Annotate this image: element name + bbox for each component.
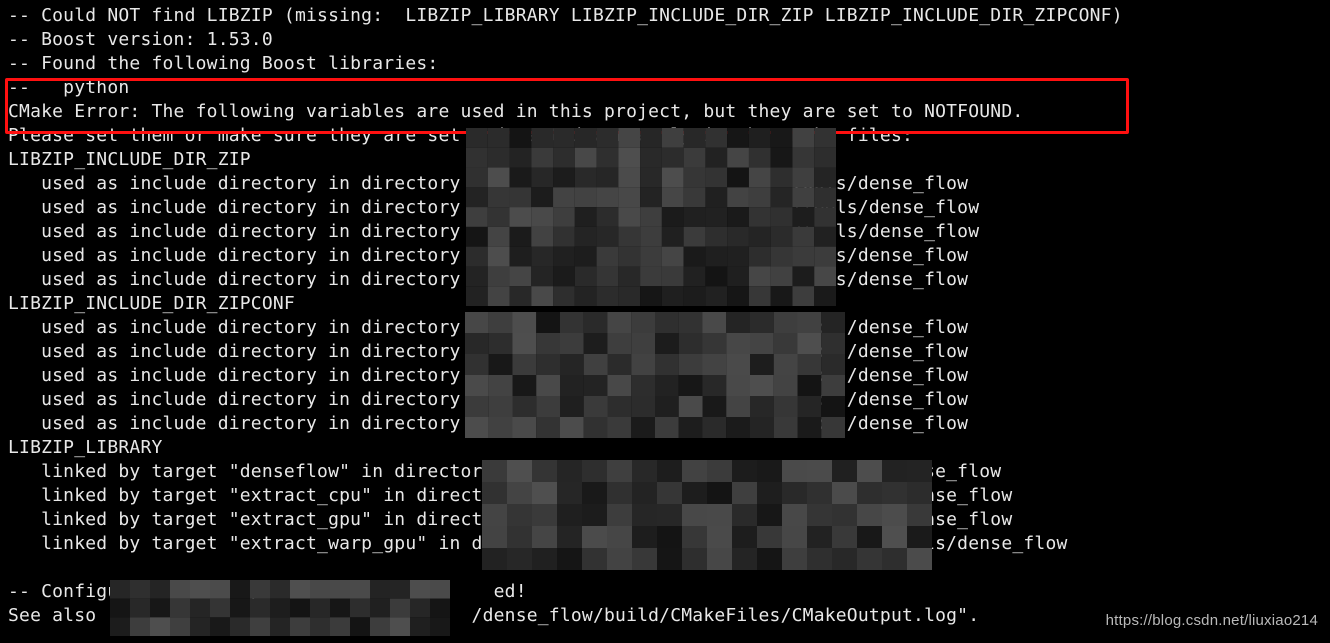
watermark-text: https://blog.csdn.net/liuxiao214 (1106, 609, 1318, 633)
terminal-line: -- python (8, 76, 1322, 100)
terminal-line: -- Boost version: 1.53.0 (8, 28, 1322, 52)
terminal-line: LIBZIP_INCLUDE_DIR_ZIP (8, 148, 1322, 172)
terminal-line: -- Found the following Boost libraries: (8, 52, 1322, 76)
terminal-line: linked by target "extract_cpu" in direct… (8, 484, 1322, 508)
terminal-line: CMake Error: The following variables are… (8, 100, 1322, 124)
terminal-line: used as include directory in directory /… (8, 196, 1322, 220)
terminal-line: used as include directory in directory /… (8, 220, 1322, 244)
terminal-output: -- Could NOT find LIBZIP (missing: LIBZI… (0, 0, 1330, 628)
terminal-line: -- Could NOT find LIBZIP (missing: LIBZI… (8, 4, 1322, 28)
terminal-line: -- Configu incomplete c ed! (8, 580, 1322, 604)
terminal-line (8, 556, 1322, 580)
terminal-line: used as include directory in directory o… (8, 340, 1322, 364)
terminal-line: used as include directory in directory o… (8, 316, 1322, 340)
terminal-line: linked by target "extract_warp_gpu" in d… (8, 532, 1322, 556)
terminal-line: LIBZIP_INCLUDE_DIR_ZIPCONF (8, 292, 1322, 316)
terminal-line: used as include directory in directory o… (8, 388, 1322, 412)
terminal-line: LIBZIP_LIBRARY (8, 436, 1322, 460)
terminal-line: linked by target "extract_gpu" in direct… (8, 508, 1322, 532)
terminal-line: used as include directory in directory t… (8, 412, 1322, 436)
terminal-line: used as include directory in directory t… (8, 172, 1322, 196)
terminal-line: used as include directory in directory o… (8, 244, 1322, 268)
terminal-line: Please set them or make sure they are se… (8, 124, 1322, 148)
terminal-line: linked by target "denseflow" in director… (8, 460, 1322, 484)
terminal-line: used as include directory in directory o… (8, 364, 1322, 388)
terminal-line: used as include directory in directory o… (8, 268, 1322, 292)
